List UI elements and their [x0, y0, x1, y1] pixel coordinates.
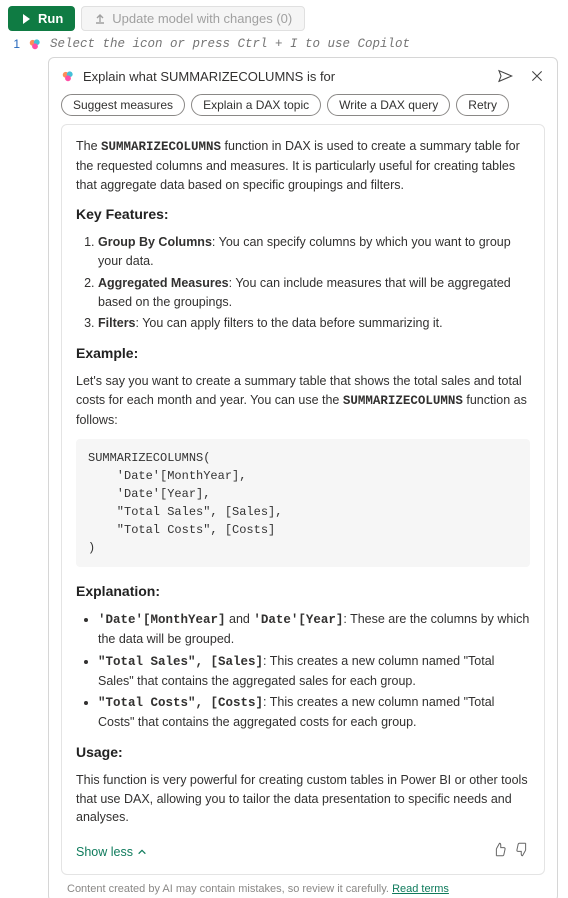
play-icon — [20, 13, 32, 25]
chip-suggest-measures[interactable]: Suggest measures — [61, 94, 185, 116]
features-heading: Key Features: — [76, 204, 530, 225]
chip-explain-dax-topic[interactable]: Explain a DAX topic — [191, 94, 321, 116]
editor-row: 1 — [0, 33, 568, 57]
chip-write-dax-query[interactable]: Write a DAX query — [327, 94, 450, 116]
read-terms-link[interactable]: Read terms — [392, 883, 449, 895]
query-input[interactable] — [83, 69, 489, 84]
thumbs-up-icon[interactable] — [492, 842, 507, 857]
intro-paragraph: The SUMMARIZECOLUMNS function in DAX is … — [76, 137, 530, 194]
send-icon[interactable] — [497, 68, 513, 84]
thumbs-down-icon[interactable] — [515, 842, 530, 857]
update-label: Update model with changes (0) — [112, 11, 292, 26]
example-heading: Example: — [76, 343, 530, 364]
feedback-thumbs — [492, 842, 530, 857]
func-name: SUMMARIZECOLUMNS — [343, 394, 463, 408]
feedback-row: Show less — [76, 837, 530, 862]
suggestion-chips: Suggest measures Explain a DAX topic Wri… — [61, 94, 545, 116]
list-item: 'Date'[MonthYear] and 'Date'[Year]: Thes… — [98, 610, 530, 649]
ai-disclaimer: Content created by AI may contain mistak… — [67, 883, 545, 895]
upload-icon — [94, 13, 106, 25]
explanation-heading: Explanation: — [76, 581, 530, 602]
list-item: Aggregated Measures: You can include mea… — [98, 274, 530, 312]
list-item: "Total Costs", [Costs]: This creates a n… — [98, 693, 530, 732]
list-item: "Total Sales", [Sales]: This creates a n… — [98, 652, 530, 691]
usage-paragraph: This function is very powerful for creat… — [76, 771, 530, 827]
run-label: Run — [38, 11, 63, 26]
toolbar: Run Update model with changes (0) — [0, 0, 568, 33]
response-content: The SUMMARIZECOLUMNS function in DAX is … — [61, 124, 545, 875]
features-list: Group By Columns: You can specify column… — [76, 233, 530, 333]
line-number: 1 — [10, 37, 20, 51]
list-item: Filters: You can apply filters to the da… — [98, 314, 530, 333]
show-less-toggle[interactable]: Show less — [76, 843, 147, 862]
copilot-input[interactable] — [50, 37, 558, 51]
close-icon[interactable] — [529, 68, 545, 84]
copilot-icon — [61, 69, 75, 83]
chip-retry[interactable]: Retry — [456, 94, 509, 116]
explanation-list: 'Date'[MonthYear] and 'Date'[Year]: Thes… — [76, 610, 530, 732]
code-block: SUMMARIZECOLUMNS( 'Date'[MonthYear], 'Da… — [76, 439, 530, 567]
chevron-up-icon — [137, 847, 147, 857]
copilot-panel: Suggest measures Explain a DAX topic Wri… — [48, 57, 558, 898]
update-model-button[interactable]: Update model with changes (0) — [81, 6, 305, 31]
usage-heading: Usage: — [76, 742, 530, 763]
func-name: SUMMARIZECOLUMNS — [101, 140, 221, 154]
panel-header — [61, 68, 545, 84]
copilot-icon[interactable] — [28, 37, 42, 51]
list-item: Group By Columns: You can specify column… — [98, 233, 530, 271]
run-button[interactable]: Run — [8, 6, 75, 31]
example-paragraph: Let's say you want to create a summary t… — [76, 372, 530, 429]
